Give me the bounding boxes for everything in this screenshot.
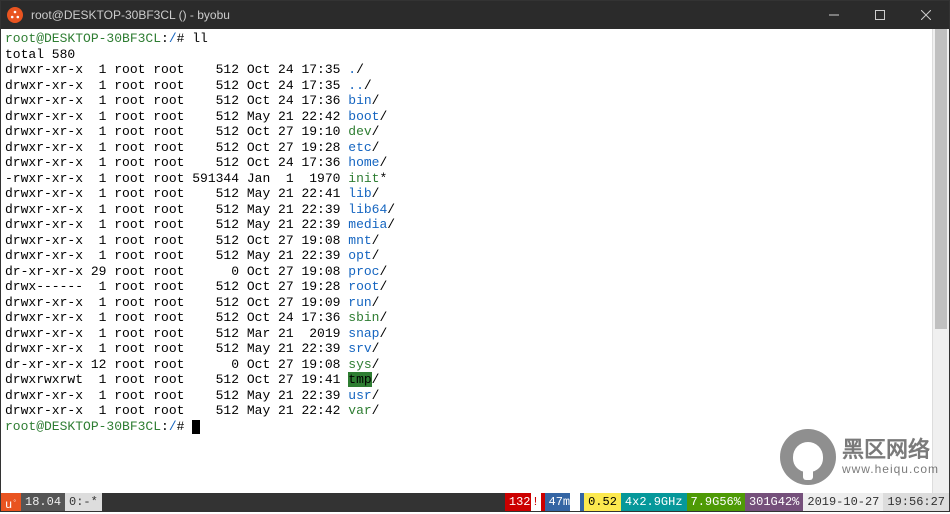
listing-row: drwxr-xr-x 1 root root 512 May 21 22:39 … — [5, 341, 945, 357]
total-line: total 580 — [5, 47, 945, 63]
listing-row: drwx------ 1 root root 512 Oct 27 19:28 … — [5, 279, 945, 295]
listing-row: drwxr-xr-x 1 root root 512 Oct 24 17:36 … — [5, 310, 945, 326]
status-disk: 301G42% — [745, 493, 803, 511]
listing-row: drwxr-xr-x 1 root root 512 Oct 24 17:35 … — [5, 62, 945, 78]
listing-row: drwxr-xr-x 1 root root 512 Oct 27 19:28 … — [5, 140, 945, 156]
listing-row: drwxr-xr-x 1 root root 512 Oct 24 17:36 … — [5, 155, 945, 171]
window-title: root@DESKTOP-30BF3CL () - byobu — [31, 8, 811, 22]
status-logo: u◦ — [1, 493, 21, 511]
status-cpu: 4x2.9GHz — [621, 493, 687, 511]
status-session: 0:-* — [65, 493, 102, 511]
status-time: 19:56:27 — [883, 493, 949, 511]
byobu-statusbar: u◦ 18.04 0:-* 132! 47m 0.52 4x2.9GHz 7.9… — [1, 493, 949, 511]
listing-row: drwxr-xr-x 1 root root 512 May 21 22:39 … — [5, 388, 945, 404]
listing-row: drwxr-xr-x 1 root root 512 May 21 22:39 … — [5, 202, 945, 218]
listing-row: drwxrwxrwt 1 root root 512 Oct 27 19:41 … — [5, 372, 945, 388]
prompt-line: root@DESKTOP-30BF3CL:/# ll — [5, 31, 945, 47]
window-titlebar: root@DESKTOP-30BF3CL () - byobu — [1, 1, 949, 29]
listing-row: drwxr-xr-x 1 root root 512 Oct 27 19:08 … — [5, 233, 945, 249]
listing-row: -rwxr-xr-x 1 root root 591344 Jan 1 1970… — [5, 171, 945, 187]
status-date: 2019-10-27 — [803, 493, 883, 511]
ubuntu-icon — [7, 7, 23, 23]
listing-row: dr-xr-xr-x 29 root root 0 Oct 27 19:08 p… — [5, 264, 945, 280]
listing-row: drwxr-xr-x 1 root root 512 May 21 22:39 … — [5, 248, 945, 264]
maximize-button[interactable] — [857, 1, 903, 29]
listing-row: drwxr-xr-x 1 root root 512 May 21 22:42 … — [5, 109, 945, 125]
listing-row: drwxr-xr-x 1 root root 512 Mar 21 2019 s… — [5, 326, 945, 342]
listing-row: drwxr-xr-x 1 root root 512 Oct 27 19:09 … — [5, 295, 945, 311]
listing-row: drwxr-xr-x 1 root root 512 Oct 24 17:36 … — [5, 93, 945, 109]
listing-row: dr-xr-xr-x 12 root root 0 Oct 27 19:08 s… — [5, 357, 945, 373]
terminal-output[interactable]: root@DESKTOP-30BF3CL:/# lltotal 580drwxr… — [1, 29, 949, 493]
listing-row: drwxr-xr-x 1 root root 512 May 21 22:42 … — [5, 403, 945, 419]
status-spacer — [102, 493, 505, 511]
prompt-line: root@DESKTOP-30BF3CL:/# — [5, 419, 945, 435]
minimize-button[interactable] — [811, 1, 857, 29]
status-swap: 47m — [545, 493, 585, 511]
status-version: 18.04 — [21, 493, 65, 511]
status-load: 0.52 — [584, 493, 621, 511]
status-mem: 7.9G56% — [687, 493, 745, 511]
listing-row: drwxr-xr-x 1 root root 512 May 21 22:39 … — [5, 217, 945, 233]
status-net: 132! — [505, 493, 545, 511]
scrollbar-thumb[interactable] — [935, 29, 947, 329]
scrollbar[interactable] — [932, 29, 949, 493]
close-button[interactable] — [903, 1, 949, 29]
listing-row: drwxr-xr-x 1 root root 512 Oct 24 17:35 … — [5, 78, 945, 94]
cursor — [192, 420, 200, 434]
listing-row: drwxr-xr-x 1 root root 512 May 21 22:41 … — [5, 186, 945, 202]
listing-row: drwxr-xr-x 1 root root 512 Oct 27 19:10 … — [5, 124, 945, 140]
